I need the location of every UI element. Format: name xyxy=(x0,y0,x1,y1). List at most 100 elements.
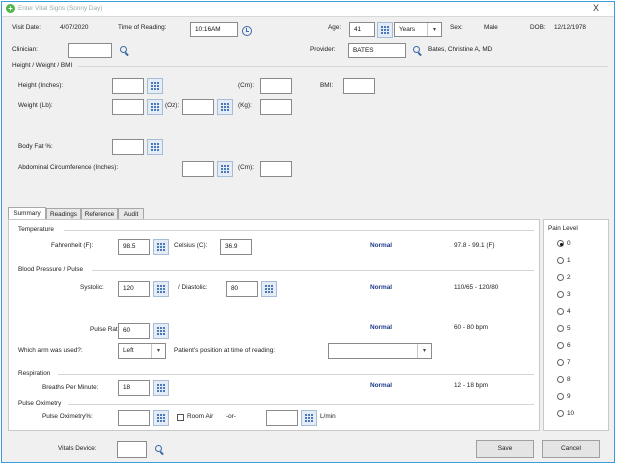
fahrenheit-keypad-icon[interactable] xyxy=(153,239,169,255)
age-input[interactable]: 41 xyxy=(349,22,375,37)
pulse-rate-keypad-icon[interactable] xyxy=(153,323,169,339)
pain-level-radio[interactable] xyxy=(557,274,564,281)
visit-date-label: Visit Date: xyxy=(12,24,42,31)
diastolic-label: / Diastolic: xyxy=(178,284,208,291)
room-air-checkbox[interactable] xyxy=(177,414,184,421)
chevron-down-icon[interactable]: ▾ xyxy=(151,344,165,358)
weight-keypad-icon[interactable] xyxy=(147,99,163,115)
weight-oz-input[interactable] xyxy=(182,99,214,115)
save-button[interactable]: Save xyxy=(476,440,534,458)
vital-signs-window: + Enter Vital Signs (Sonny Day) X Visit … xyxy=(1,1,615,463)
hwbmi-divider xyxy=(78,66,608,67)
pain-level-radio[interactable] xyxy=(557,325,564,332)
pain-level-label: 10 xyxy=(567,410,575,417)
pain-level-radio[interactable] xyxy=(557,359,564,366)
bmi-label: BMI: xyxy=(320,82,334,89)
body-fat-input[interactable] xyxy=(112,139,144,155)
height-inches-input[interactable] xyxy=(112,78,144,94)
pain-level-radio[interactable] xyxy=(557,393,564,400)
diastolic-keypad-icon[interactable] xyxy=(261,281,277,297)
weight-kg-input[interactable] xyxy=(260,99,292,115)
pain-level-radio[interactable] xyxy=(557,257,564,264)
fahrenheit-label: Fahrenheit (F): xyxy=(51,242,94,249)
provider-label: Provider: xyxy=(310,46,336,53)
weight-oz-label: (Oz): xyxy=(165,102,180,109)
lmin-input[interactable] xyxy=(266,410,298,426)
bp-section-label: Blood Pressure / Pulse xyxy=(18,266,84,273)
height-cm-input[interactable] xyxy=(260,78,292,94)
arm-value: Left xyxy=(123,347,134,354)
time-label: Time of Reading: xyxy=(118,24,167,31)
visit-date-value: 4/07/2020 xyxy=(60,24,89,31)
pulse-rate-input[interactable]: 60 xyxy=(118,323,150,339)
age-keypad-icon[interactable] xyxy=(377,22,393,38)
position-label: Patient's position at time of reading: xyxy=(174,347,276,354)
time-input[interactable]: 10:16AM xyxy=(190,22,238,37)
pain-level-label: 1 xyxy=(567,257,571,264)
pain-level-radio[interactable] xyxy=(557,308,564,315)
abdominal-label: Abdominal Circumference (Inches): xyxy=(18,164,119,171)
vitals-device-search-icon[interactable] xyxy=(154,444,165,455)
lmin-keypad-icon[interactable] xyxy=(301,410,317,426)
abdominal-cm-input[interactable] xyxy=(260,161,292,177)
clinician-input[interactable] xyxy=(68,43,112,58)
temperature-status: Normal xyxy=(370,242,393,249)
pain-level-radio[interactable] xyxy=(557,342,564,349)
systolic-keypad-icon[interactable] xyxy=(153,281,169,297)
diastolic-input[interactable]: 80 xyxy=(226,281,258,297)
respiration-range: 12 - 18 bpm xyxy=(454,382,489,389)
height-label: Height (Inches): xyxy=(18,82,64,89)
age-unit-select[interactable]: Years ▾ xyxy=(394,22,442,37)
pain-level-title: Pain Level xyxy=(548,225,578,232)
celsius-input[interactable]: 36.9 xyxy=(220,239,252,255)
temperature-section-label: Temperature xyxy=(18,226,54,233)
room-air-label: Room Air xyxy=(187,413,214,420)
vitals-device-label: Vitals Device: xyxy=(58,445,97,452)
pain-level-label: 5 xyxy=(567,325,571,332)
chevron-down-icon[interactable]: ▾ xyxy=(427,23,441,36)
pain-level-label: 6 xyxy=(567,342,571,349)
height-keypad-icon[interactable] xyxy=(147,78,163,94)
dob-value: 12/12/1978 xyxy=(554,24,586,31)
chevron-down-icon[interactable]: ▾ xyxy=(417,344,431,358)
systolic-input[interactable]: 120 xyxy=(118,281,150,297)
pain-level-label: 3 xyxy=(567,291,571,298)
dob-label: DOB: xyxy=(530,24,546,31)
pain-level-radio[interactable] xyxy=(557,291,564,298)
app-icon: + xyxy=(6,4,15,13)
pulse-ox-keypad-icon[interactable] xyxy=(153,410,169,426)
abdominal-keypad-icon[interactable] xyxy=(217,161,233,177)
fahrenheit-input[interactable]: 98.5 xyxy=(118,239,150,255)
weight-oz-keypad-icon[interactable] xyxy=(217,99,233,115)
body-fat-keypad-icon[interactable] xyxy=(147,139,163,155)
provider-search-icon[interactable] xyxy=(412,45,423,56)
breaths-label: Breaths Per Minute: xyxy=(42,384,99,391)
bp-status: Normal xyxy=(370,284,393,291)
close-button[interactable]: X xyxy=(588,4,604,14)
vitals-device-input[interactable] xyxy=(117,441,147,458)
systolic-label: Systolic: xyxy=(80,284,104,291)
or-label: -or- xyxy=(226,413,236,420)
clock-icon[interactable] xyxy=(242,26,252,36)
pain-level-radio[interactable] xyxy=(557,240,564,247)
pulse-ox-section-label: Pulse Oximetry xyxy=(18,400,62,407)
title-bar: + Enter Vital Signs (Sonny Day) X xyxy=(2,2,614,17)
bmi-input[interactable] xyxy=(343,78,375,94)
pulse-ox-input[interactable] xyxy=(118,410,150,426)
provider-name: Bates, Christine A, MD xyxy=(428,46,493,53)
breaths-keypad-icon[interactable] xyxy=(153,380,169,396)
provider-input[interactable]: BATES xyxy=(348,43,406,58)
weight-lb-input[interactable] xyxy=(112,99,144,115)
pain-level-radio[interactable] xyxy=(557,410,564,417)
clinician-search-icon[interactable] xyxy=(119,45,130,56)
abdominal-inches-input[interactable] xyxy=(182,161,214,177)
pulse-range: 60 - 80 bpm xyxy=(454,324,489,331)
pain-level-label: 9 xyxy=(567,393,571,400)
position-select[interactable]: ▾ xyxy=(328,343,432,359)
age-unit-value: Years xyxy=(399,26,416,33)
pain-level-radio[interactable] xyxy=(557,376,564,383)
breaths-input[interactable]: 18 xyxy=(118,380,150,396)
arm-select[interactable]: Left ▾ xyxy=(118,343,166,359)
celsius-label: Celsius (C): xyxy=(174,242,208,249)
cancel-button[interactable]: Cancel xyxy=(542,440,600,458)
